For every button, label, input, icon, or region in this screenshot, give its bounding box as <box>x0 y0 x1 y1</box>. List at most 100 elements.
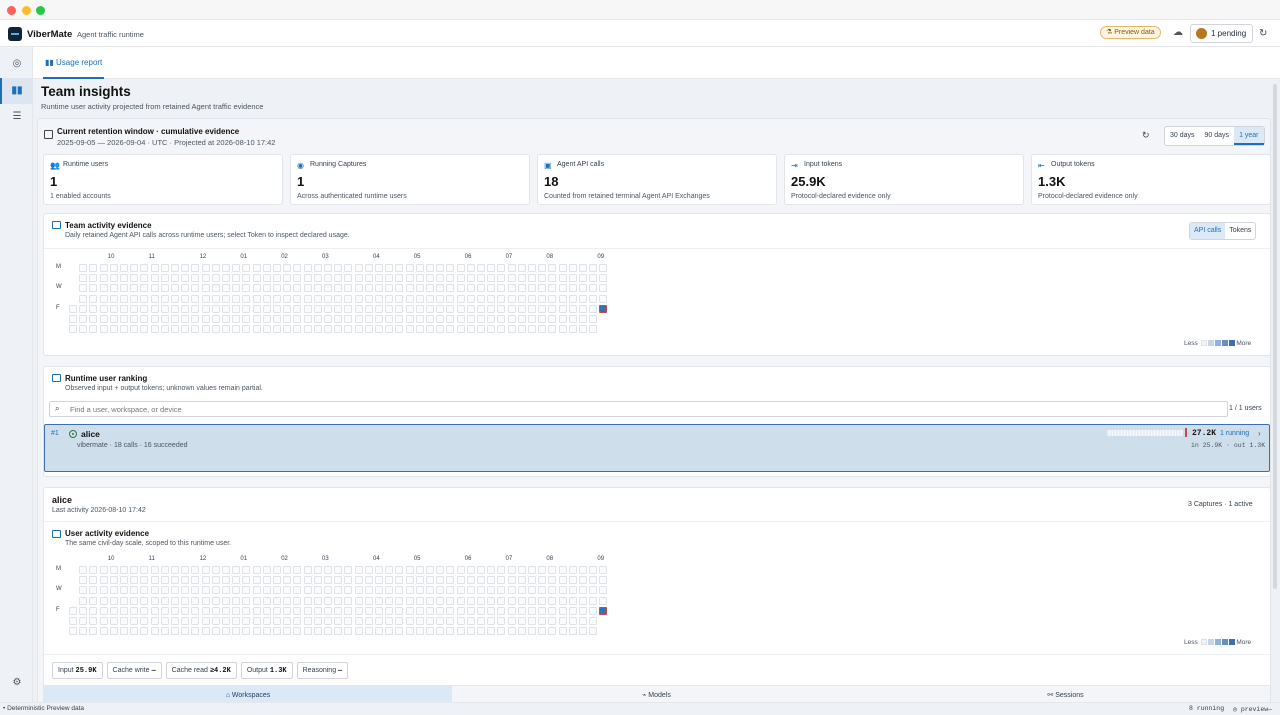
heatmap-cell[interactable] <box>191 325 200 334</box>
heatmap-cell[interactable] <box>79 606 88 615</box>
heatmap-cell[interactable] <box>589 274 598 283</box>
heatmap-cell[interactable] <box>344 566 353 574</box>
heatmap-cell[interactable] <box>548 596 557 605</box>
heatmap-cell[interactable] <box>568 627 577 636</box>
heatmap-cell[interactable] <box>507 566 516 574</box>
heatmap-cell[interactable] <box>558 315 567 323</box>
heatmap-cell[interactable] <box>446 284 455 293</box>
heatmap-cell[interactable] <box>354 576 363 585</box>
subtab-models[interactable]: ⌁ Models <box>452 686 861 702</box>
heatmap-cell[interactable] <box>211 284 220 293</box>
heatmap-cell[interactable] <box>579 617 587 625</box>
heatmap-cell[interactable] <box>466 566 475 574</box>
heatmap-cell[interactable] <box>456 325 465 334</box>
heatmap-cell[interactable] <box>456 586 465 595</box>
heatmap-cell[interactable] <box>181 274 190 283</box>
heatmap-cell[interactable] <box>548 325 557 334</box>
heatmap-cell[interactable] <box>364 284 373 293</box>
heatmap-cell[interactable] <box>426 284 434 293</box>
heatmap-cell[interactable] <box>456 294 465 303</box>
heatmap-cell[interactable] <box>344 576 353 585</box>
heatmap-cell[interactable] <box>385 627 394 636</box>
heatmap-cell[interactable] <box>395 627 404 636</box>
heatmap-cell[interactable] <box>79 284 88 293</box>
heatmap-cell[interactable] <box>242 586 251 595</box>
heatmap-cell[interactable] <box>171 274 179 283</box>
heatmap-cell[interactable] <box>497 586 506 595</box>
heatmap-cell[interactable] <box>507 264 516 272</box>
heatmap-cell[interactable] <box>89 586 98 595</box>
heatmap-cell[interactable] <box>558 566 567 574</box>
heatmap-cell[interactable] <box>120 576 128 585</box>
heatmap-cell[interactable] <box>79 586 88 595</box>
heatmap-cell[interactable] <box>283 304 292 313</box>
heatmap-cell[interactable] <box>517 576 526 585</box>
heatmap-cell[interactable] <box>548 284 557 293</box>
heatmap-cell[interactable] <box>446 606 455 615</box>
heatmap-cell[interactable] <box>466 576 475 585</box>
heatmap-cell[interactable] <box>385 566 394 574</box>
heatmap-cell[interactable] <box>273 294 281 303</box>
heatmap-cell[interactable] <box>293 606 302 615</box>
heatmap-cell[interactable] <box>375 576 383 585</box>
heatmap-cell[interactable] <box>436 606 445 615</box>
heatmap-cell[interactable] <box>150 325 159 334</box>
heatmap-cell[interactable] <box>211 586 220 595</box>
heatmap-cell[interactable] <box>252 596 261 605</box>
heatmap-cell[interactable] <box>599 264 608 272</box>
heatmap-cell[interactable] <box>497 576 506 585</box>
heatmap-cell[interactable] <box>395 284 404 293</box>
heatmap-cell[interactable] <box>446 627 455 636</box>
heatmap-cell[interactable] <box>181 284 190 293</box>
heatmap-cell[interactable] <box>109 294 118 303</box>
heatmap-cell[interactable] <box>528 627 536 636</box>
heatmap-cell[interactable] <box>385 315 394 323</box>
heatmap-cell[interactable] <box>283 576 292 585</box>
heatmap-cell[interactable] <box>558 284 567 293</box>
heatmap-cell[interactable] <box>456 315 465 323</box>
heatmap-cell[interactable] <box>334 294 343 303</box>
heatmap-cell[interactable] <box>171 284 179 293</box>
scrollbar[interactable] <box>1273 84 1277 589</box>
heatmap-cell[interactable] <box>324 627 332 636</box>
heatmap-cell[interactable] <box>517 304 526 313</box>
heatmap-cell[interactable] <box>415 274 424 283</box>
heatmap-cell[interactable] <box>354 264 363 272</box>
heatmap-cell[interactable] <box>415 566 424 574</box>
heatmap-cell[interactable] <box>477 617 485 625</box>
heatmap-cell[interactable] <box>79 315 88 323</box>
heatmap-cell[interactable] <box>344 606 353 615</box>
heatmap-cell[interactable] <box>242 325 251 334</box>
heatmap-cell[interactable] <box>334 586 343 595</box>
heatmap-cell[interactable] <box>222 274 230 283</box>
heatmap-cell[interactable] <box>589 304 598 313</box>
heatmap-cell[interactable] <box>201 576 210 585</box>
heatmap-cell[interactable] <box>558 576 567 585</box>
heatmap-cell[interactable] <box>303 304 312 313</box>
heatmap-cell[interactable] <box>160 304 169 313</box>
heatmap-cell[interactable] <box>344 586 353 595</box>
heatmap-cell[interactable] <box>324 315 332 323</box>
heatmap-cell[interactable] <box>171 566 179 574</box>
heatmap-cell[interactable] <box>181 304 190 313</box>
heatmap-cell[interactable] <box>558 617 567 625</box>
heatmap-cell[interactable] <box>375 617 383 625</box>
heatmap-cell[interactable] <box>497 617 506 625</box>
heatmap-cell[interactable] <box>538 566 547 574</box>
heatmap-cell[interactable] <box>354 315 363 323</box>
heatmap-cell[interactable] <box>232 304 241 313</box>
heatmap-cell[interactable] <box>79 627 88 636</box>
heatmap-cell[interactable] <box>426 586 434 595</box>
heatmap-cell[interactable] <box>120 596 128 605</box>
heatmap-cell[interactable] <box>191 627 200 636</box>
heatmap-cell[interactable] <box>415 627 424 636</box>
heatmap-cell[interactable] <box>222 264 230 272</box>
heatmap-cell[interactable] <box>99 264 108 272</box>
heatmap-cell[interactable] <box>89 576 98 585</box>
heatmap-cell[interactable] <box>589 606 598 615</box>
heatmap-cell[interactable] <box>395 274 404 283</box>
heatmap-cell[interactable] <box>232 606 241 615</box>
heatmap-cell[interactable] <box>313 617 322 625</box>
heatmap-cell[interactable] <box>120 264 128 272</box>
heatmap-cell[interactable] <box>232 566 241 574</box>
